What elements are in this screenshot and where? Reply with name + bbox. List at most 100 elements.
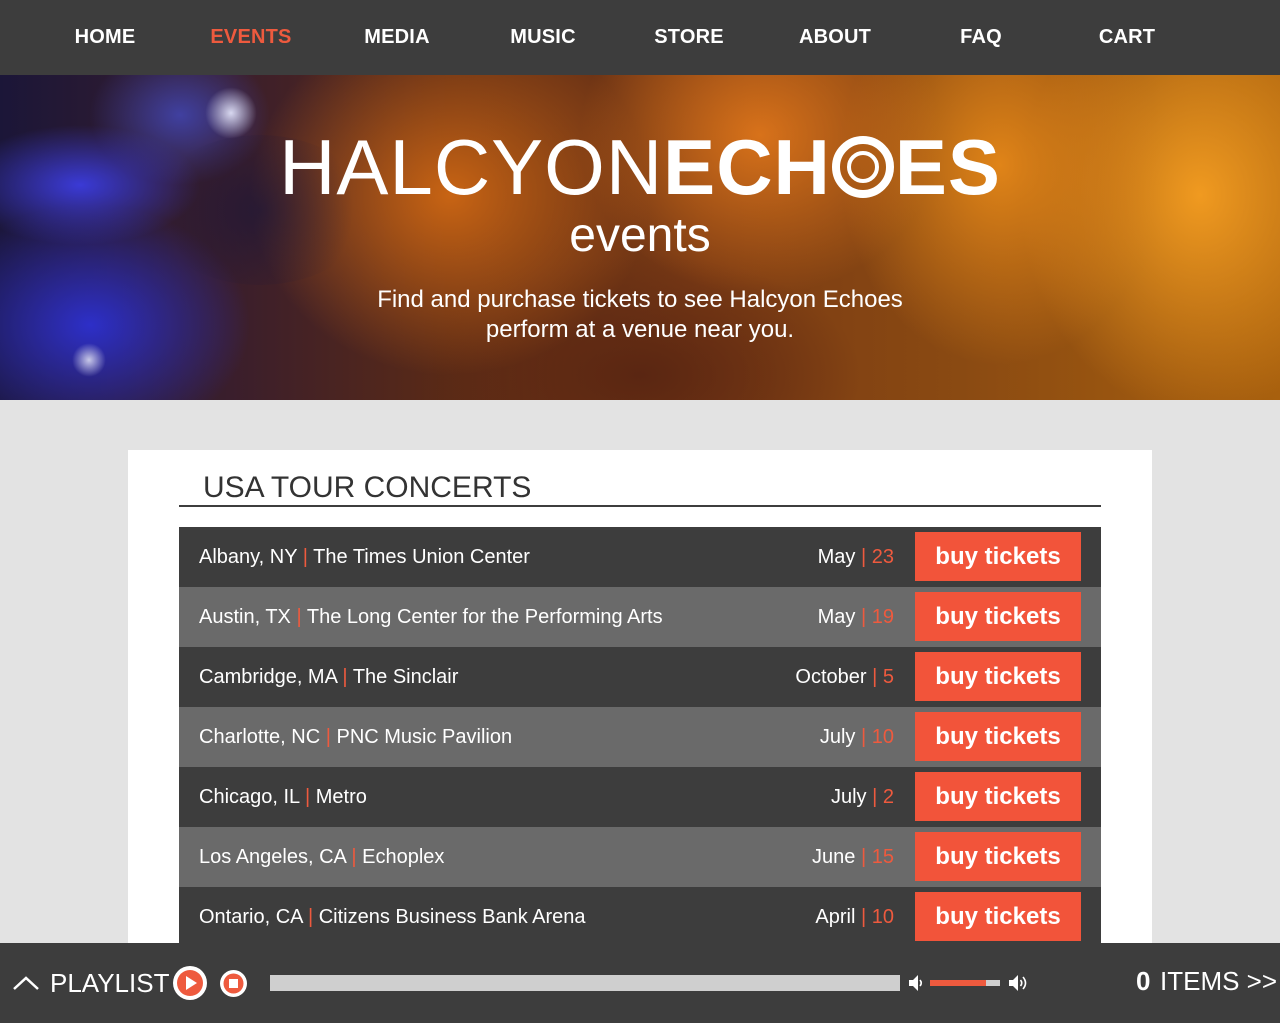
concert-row: Chicago, IL | Metro July | 2 buy tickets [179, 767, 1101, 827]
concert-venue: Echoplex [362, 846, 445, 868]
hero-tagline: Find and purchase tickets to see Halcyon… [377, 286, 903, 343]
concert-month: June [812, 846, 856, 868]
concert-date: May | 19 [818, 587, 894, 647]
buy-tickets-button[interactable]: buy tickets [915, 532, 1081, 581]
concert-venue: PNC Music Pavilion [336, 726, 513, 748]
concert-city: Los Angeles, CA [199, 846, 346, 868]
separator: | [307, 906, 314, 928]
separator: | [872, 666, 878, 688]
concert-month: May [817, 606, 856, 628]
separator: | [860, 726, 867, 748]
buy-tickets-button[interactable]: buy tickets [915, 712, 1081, 761]
concert-day: 2 [882, 786, 894, 808]
concert-date: May | 23 [818, 527, 894, 587]
logo-text-halcyon: HALCYON [279, 123, 664, 211]
concert-day: 15 [871, 846, 894, 868]
concert-date: June | 15 [812, 827, 894, 887]
buy-tickets-button[interactable]: buy tickets [915, 652, 1081, 701]
play-icon [177, 970, 203, 996]
concert-venue: The Sinclair [352, 666, 459, 688]
concert-date: April | 10 [815, 887, 894, 947]
buy-tickets-button[interactable]: buy tickets [915, 832, 1081, 881]
chevron-up-icon[interactable] [12, 973, 40, 993]
concert-city: Albany, NY [199, 546, 298, 568]
nav-faq[interactable]: FAQ [921, 0, 1041, 75]
concert-row: Charlotte, NC | PNC Music Pavilion July … [179, 707, 1101, 767]
concert-month: July [830, 786, 867, 808]
separator: | [302, 546, 308, 568]
concert-date: July | 10 [820, 707, 894, 767]
concert-day: 19 [871, 606, 894, 628]
nav-home[interactable]: HOME [45, 0, 165, 75]
separator: | [296, 606, 302, 628]
separator: | [325, 726, 331, 748]
concert-city: Ontario, CA [199, 906, 303, 928]
concert-location: Chicago, IL | Metro [199, 767, 367, 827]
stop-icon [223, 973, 244, 994]
concert-row: Cambridge, MA | The Sinclair October | 5… [179, 647, 1101, 707]
concert-month: July [819, 726, 856, 748]
buy-tickets-button[interactable]: buy tickets [915, 892, 1081, 941]
play-button[interactable] [173, 966, 207, 1000]
concert-month: April [815, 906, 856, 928]
concert-day: 5 [882, 666, 894, 688]
music-player-bar: PLAYLIST 0 ITEMS >> [0, 943, 1280, 1023]
concert-day: 23 [871, 546, 894, 568]
separator: | [860, 606, 867, 628]
volume-low-icon[interactable] [908, 973, 924, 993]
concert-city: Cambridge, MA [199, 666, 337, 688]
cart-item-count: 0 [1136, 966, 1151, 996]
track-progress-bar[interactable] [270, 975, 900, 991]
nav-cart[interactable]: CART [1067, 0, 1187, 75]
concert-date: July | 2 [831, 767, 894, 827]
concert-row: Los Angeles, CA | Echoplex June | 15 buy… [179, 827, 1101, 887]
separator: | [860, 846, 867, 868]
band-logo: HALCYONECH ES [0, 127, 1280, 207]
concert-venue: The Long Center for the Performing Arts [306, 606, 663, 628]
volume-slider[interactable] [930, 980, 1000, 986]
concert-month: May [817, 546, 856, 568]
nav-events[interactable]: EVENTS [191, 0, 311, 75]
concerts-card: USA TOUR CONCERTS Albany, NY | The Times… [128, 450, 1152, 950]
concert-row: Austin, TX | The Long Center for the Per… [179, 587, 1101, 647]
stop-button[interactable] [220, 970, 247, 997]
concert-location: Cambridge, MA | The Sinclair [199, 647, 458, 707]
concert-list: Albany, NY | The Times Union Center May … [179, 527, 1101, 947]
nav-media[interactable]: MEDIA [337, 0, 457, 75]
echo-ring-icon [831, 136, 894, 198]
volume-level-fill [930, 980, 986, 986]
cart-items-link[interactable]: ITEMS >> [1160, 965, 1277, 997]
concert-city: Charlotte, NC [199, 726, 321, 748]
separator: | [351, 846, 357, 868]
nav-about[interactable]: ABOUT [775, 0, 895, 75]
hero-banner: HALCYONECH ES events Find and purchase ti… [0, 75, 1280, 400]
separator: | [860, 906, 867, 928]
concert-location: Charlotte, NC | PNC Music Pavilion [199, 707, 512, 767]
concert-row: Albany, NY | The Times Union Center May … [179, 527, 1101, 587]
page-subtitle: events [569, 209, 711, 262]
separator: | [860, 546, 867, 568]
concert-day: 10 [871, 906, 894, 928]
nav-music[interactable]: MUSIC [483, 0, 603, 75]
buy-tickets-button[interactable]: buy tickets [915, 592, 1081, 641]
concert-date: October | 5 [795, 647, 894, 707]
bokeh-light [72, 343, 106, 377]
concert-location: Albany, NY | The Times Union Center [199, 527, 530, 587]
heading-divider [179, 505, 1101, 507]
concert-row: Ontario, CA | Citizens Business Bank Are… [179, 887, 1101, 947]
playlist-toggle[interactable]: PLAYLIST [50, 967, 169, 999]
concert-month: October [795, 666, 867, 688]
nav-store[interactable]: STORE [629, 0, 749, 75]
concert-city: Chicago, IL [199, 786, 300, 808]
logo-text-echoes-start: ECH [663, 123, 831, 211]
concert-day: 10 [871, 726, 894, 748]
concert-venue: Citizens Business Bank Arena [318, 906, 586, 928]
concert-city: Austin, TX [199, 606, 291, 628]
volume-high-icon[interactable] [1008, 972, 1030, 994]
separator: | [342, 666, 348, 688]
separator: | [305, 786, 311, 808]
separator: | [872, 786, 878, 808]
buy-tickets-button[interactable]: buy tickets [915, 772, 1081, 821]
concert-location: Ontario, CA | Citizens Business Bank Are… [199, 887, 586, 947]
concert-venue: Metro [315, 786, 367, 808]
